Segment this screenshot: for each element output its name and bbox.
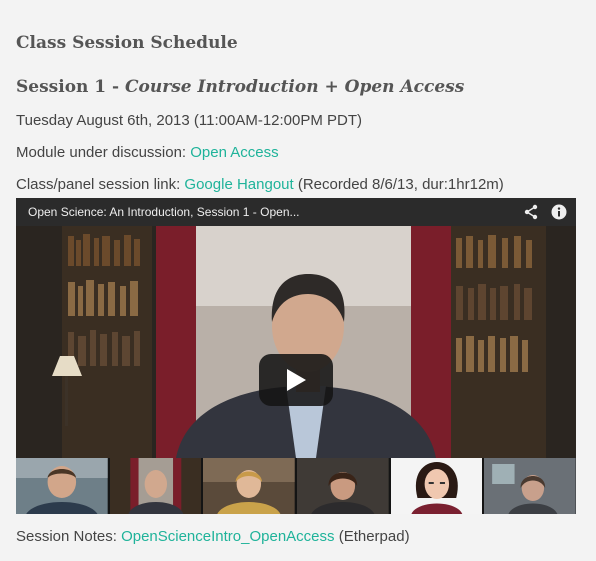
video-frame[interactable] — [16, 226, 576, 458]
session-link-label: Class/panel session link: — [16, 176, 185, 193]
google-hangout-link[interactable]: Google Hangout — [184, 176, 293, 193]
participant-thumbnail[interactable] — [16, 458, 108, 514]
session-title: Course Introduction + Open Access — [125, 77, 465, 97]
info-icon[interactable] — [548, 204, 570, 220]
session-label: Session 1 - — [16, 77, 126, 97]
participant-thumbnail[interactable] — [203, 458, 296, 514]
play-icon — [287, 369, 306, 391]
video-title[interactable]: Open Science: An Introduction, Session 1… — [16, 205, 520, 219]
participant-thumbnail[interactable] — [484, 458, 576, 514]
session-notes-link[interactable]: OpenScienceIntro_OpenAccess — [121, 528, 334, 545]
play-button[interactable] — [259, 354, 333, 406]
participant-thumbnail[interactable] — [390, 458, 483, 514]
participant-thumbnail[interactable] — [109, 458, 202, 514]
participant-thumbnail[interactable] — [297, 458, 389, 514]
session-notes-label: Session Notes: — [16, 528, 122, 545]
share-icon[interactable] — [520, 204, 542, 220]
video-title-bar: Open Science: An Introduction, Session 1… — [16, 198, 576, 226]
participant-thumbnails — [16, 458, 576, 514]
recorded-info: (Recorded 8/6/13, dur:1hr12m) — [293, 176, 504, 193]
session-heading: Session 1 - Course Introduction + Open A… — [16, 77, 464, 97]
module-line: Module under discussion: Open Access — [16, 144, 279, 161]
schedule-heading: Class Session Schedule — [16, 33, 238, 53]
video-player[interactable]: Open Science: An Introduction, Session 1… — [16, 198, 576, 514]
session-notes-suffix: (Etherpad) — [334, 528, 410, 545]
session-date: Tuesday August 6th, 2013 (11:00AM-12:00P… — [16, 112, 363, 129]
module-link[interactable]: Open Access — [190, 144, 278, 161]
module-label: Module under discussion: — [16, 144, 191, 161]
session-link-line: Class/panel session link: Google Hangout… — [16, 176, 504, 193]
session-notes-line: Session Notes: OpenScienceIntro_OpenAcce… — [16, 528, 410, 545]
video-frame-image — [16, 226, 576, 458]
